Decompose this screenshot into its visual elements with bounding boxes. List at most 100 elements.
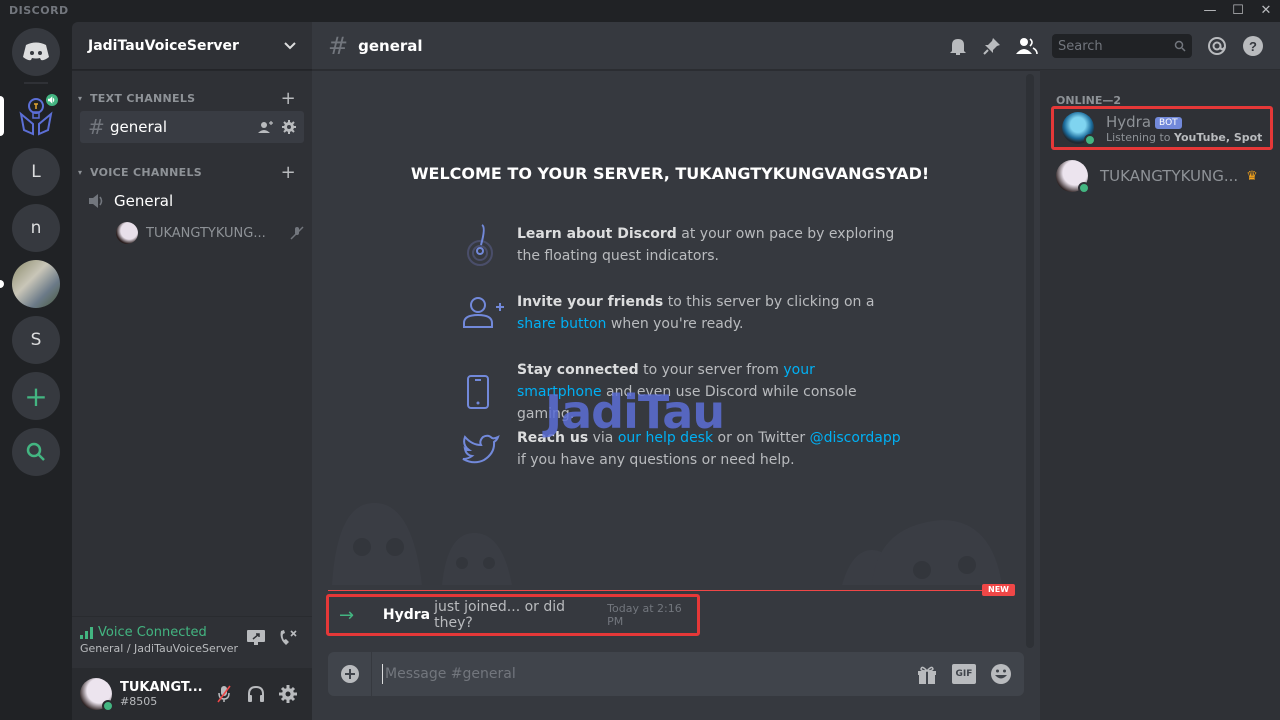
bell-icon[interactable] <box>948 36 968 56</box>
app-logo: DISCORD <box>9 4 69 17</box>
screen-share-icon[interactable] <box>246 629 266 647</box>
create-channel-icon[interactable]: + <box>281 162 296 183</box>
category-voice-channels[interactable]: ▾ VOICE CHANNELS + <box>78 162 296 183</box>
chevron-down-icon <box>284 41 296 49</box>
speaker-icon <box>89 194 103 208</box>
deafen-button[interactable] <box>240 678 272 710</box>
voice-channel-general[interactable]: General <box>80 185 304 217</box>
explore-servers-button[interactable] <box>12 428 60 476</box>
member-tukangtykung[interactable]: TUKANGTYKUNG... ♛ <box>1048 154 1272 198</box>
invite-icon[interactable] <box>258 120 274 134</box>
headphones-icon <box>248 685 264 702</box>
voice-location[interactable]: General / JadiTauVoiceServer <box>80 642 304 655</box>
channel-name: general <box>110 118 168 136</box>
title-bar: DISCORD — ☐ ✕ <box>0 0 1280 22</box>
share-button-link[interactable]: share button <box>517 316 606 332</box>
channel-general[interactable]: # general <box>80 111 304 143</box>
server-photo[interactable] <box>12 260 60 308</box>
voice-user[interactable]: TUKANGTYKUNG... <box>116 221 304 245</box>
server-header[interactable]: JadiTauVoiceServer <box>72 22 312 70</box>
emoji-icon[interactable] <box>990 663 1012 685</box>
voice-active-badge <box>44 92 60 108</box>
search-icon <box>26 442 45 461</box>
add-friend-icon <box>463 297 504 328</box>
close-button[interactable]: ✕ <box>1255 2 1277 20</box>
tip-text: via <box>588 430 618 446</box>
online-status-dot <box>102 700 114 712</box>
member-activity: Listening to YouTube, Spotify, ... <box>1106 131 1262 144</box>
disconnect-icon[interactable] <box>278 629 298 647</box>
search-input[interactable]: Search <box>1052 34 1192 58</box>
new-messages-divider <box>328 590 1008 591</box>
message-author[interactable]: Hydra <box>383 607 430 623</box>
home-button[interactable] <box>12 28 60 76</box>
plus-circle-icon <box>340 665 359 683</box>
server-s[interactable]: S <box>12 316 60 364</box>
member-list: ONLINE—2 Hydra BOT Listening to YouTube, … <box>1040 70 1280 720</box>
online-status-dot <box>1078 182 1090 194</box>
members-icon[interactable] <box>1016 36 1038 56</box>
tip-text: or on Twitter <box>713 430 810 446</box>
new-badge: NEW <box>982 584 1015 596</box>
tip-text: to this server by clicking on a <box>663 294 875 310</box>
voice-channel-name: General <box>114 192 174 210</box>
help-icon[interactable]: ? <box>1242 35 1264 57</box>
help-desk-link[interactable]: our help desk <box>618 430 713 446</box>
username: TUKANGT... <box>120 680 203 695</box>
hashtag-icon: # <box>88 115 105 139</box>
create-channel-icon[interactable]: + <box>281 88 296 109</box>
server-name: JadiTauVoiceServer <box>88 37 239 54</box>
tip-bold: Invite your friends <box>517 294 664 310</box>
server-list: L n S + <box>0 22 72 720</box>
server-l[interactable]: L <box>12 148 60 196</box>
muted-mic-icon <box>217 685 231 703</box>
message-input[interactable]: Message #general <box>382 664 916 684</box>
tip-bold: Learn about Discord <box>517 226 677 242</box>
discord-logo-icon <box>23 42 49 61</box>
maximize-button[interactable]: ☐ <box>1227 2 1249 20</box>
tip-text: when you're ready. <box>606 316 744 332</box>
hashtag-icon: # <box>328 31 349 60</box>
twitter-link[interactable]: @discordapp <box>810 430 901 446</box>
add-server-button[interactable]: + <box>12 372 60 420</box>
svg-text:?: ? <box>1249 39 1257 54</box>
search-icon <box>1174 40 1186 52</box>
minimize-button[interactable]: — <box>1199 2 1221 20</box>
unread-indicator <box>0 280 4 288</box>
member-hydra[interactable]: HydraBOT Listening to YouTube, Spotify, … <box>1051 106 1273 150</box>
quest-indicator-icon <box>467 224 493 266</box>
mute-button[interactable] <box>208 678 240 710</box>
user-settings-button[interactable] <box>272 678 304 710</box>
tip-bold: Reach us <box>517 430 589 446</box>
bot-badge: BOT <box>1155 117 1182 129</box>
server-n[interactable]: n <box>12 204 60 252</box>
voice-status: Voice Connected <box>98 625 207 640</box>
member-name: Hydra <box>1106 113 1152 131</box>
tip-invite: Invite your friends to this server by cl… <box>462 291 902 335</box>
chevron-down-icon: ▾ <box>78 93 83 103</box>
pin-icon[interactable] <box>982 36 1002 56</box>
user-avatar[interactable] <box>80 678 114 712</box>
tip-reach: Reach us via our help desk or on Twitter… <box>462 427 902 471</box>
decorative-wumpus-background <box>332 502 1002 585</box>
category-text-channels[interactable]: ▾ TEXT CHANNELS + <box>78 88 296 109</box>
upload-button[interactable] <box>328 652 372 696</box>
speaker-icon <box>48 96 55 104</box>
tip-learn: Learn about Discord at your own pace by … <box>462 223 902 267</box>
mention-icon[interactable] <box>1206 35 1228 57</box>
twitter-icon <box>462 434 500 464</box>
member-name: TUKANGTYKUNG... <box>1100 167 1239 185</box>
channel-title: general <box>358 36 423 55</box>
tip-text: to your server from <box>638 362 784 378</box>
user-panel: TUKANGT... #8505 <box>72 668 312 720</box>
gift-icon[interactable] <box>916 663 938 685</box>
search-placeholder: Search <box>1058 38 1103 54</box>
welcome-title: WELCOME TO YOUR SERVER, TUKANGTYKUNGVANG… <box>410 164 930 183</box>
category-label: TEXT CHANNELS <box>90 91 196 105</box>
tip-bold: Stay connected <box>517 362 639 378</box>
tip-mobile: Stay connected to your server from your … <box>462 359 902 425</box>
message-list: WELCOME TO YOUR SERVER, TUKANGTYKUNGVANG… <box>312 70 1040 652</box>
gear-icon[interactable] <box>282 120 296 134</box>
crown-icon: ♛ <box>1246 168 1258 184</box>
gif-button[interactable]: GIF <box>952 664 976 684</box>
